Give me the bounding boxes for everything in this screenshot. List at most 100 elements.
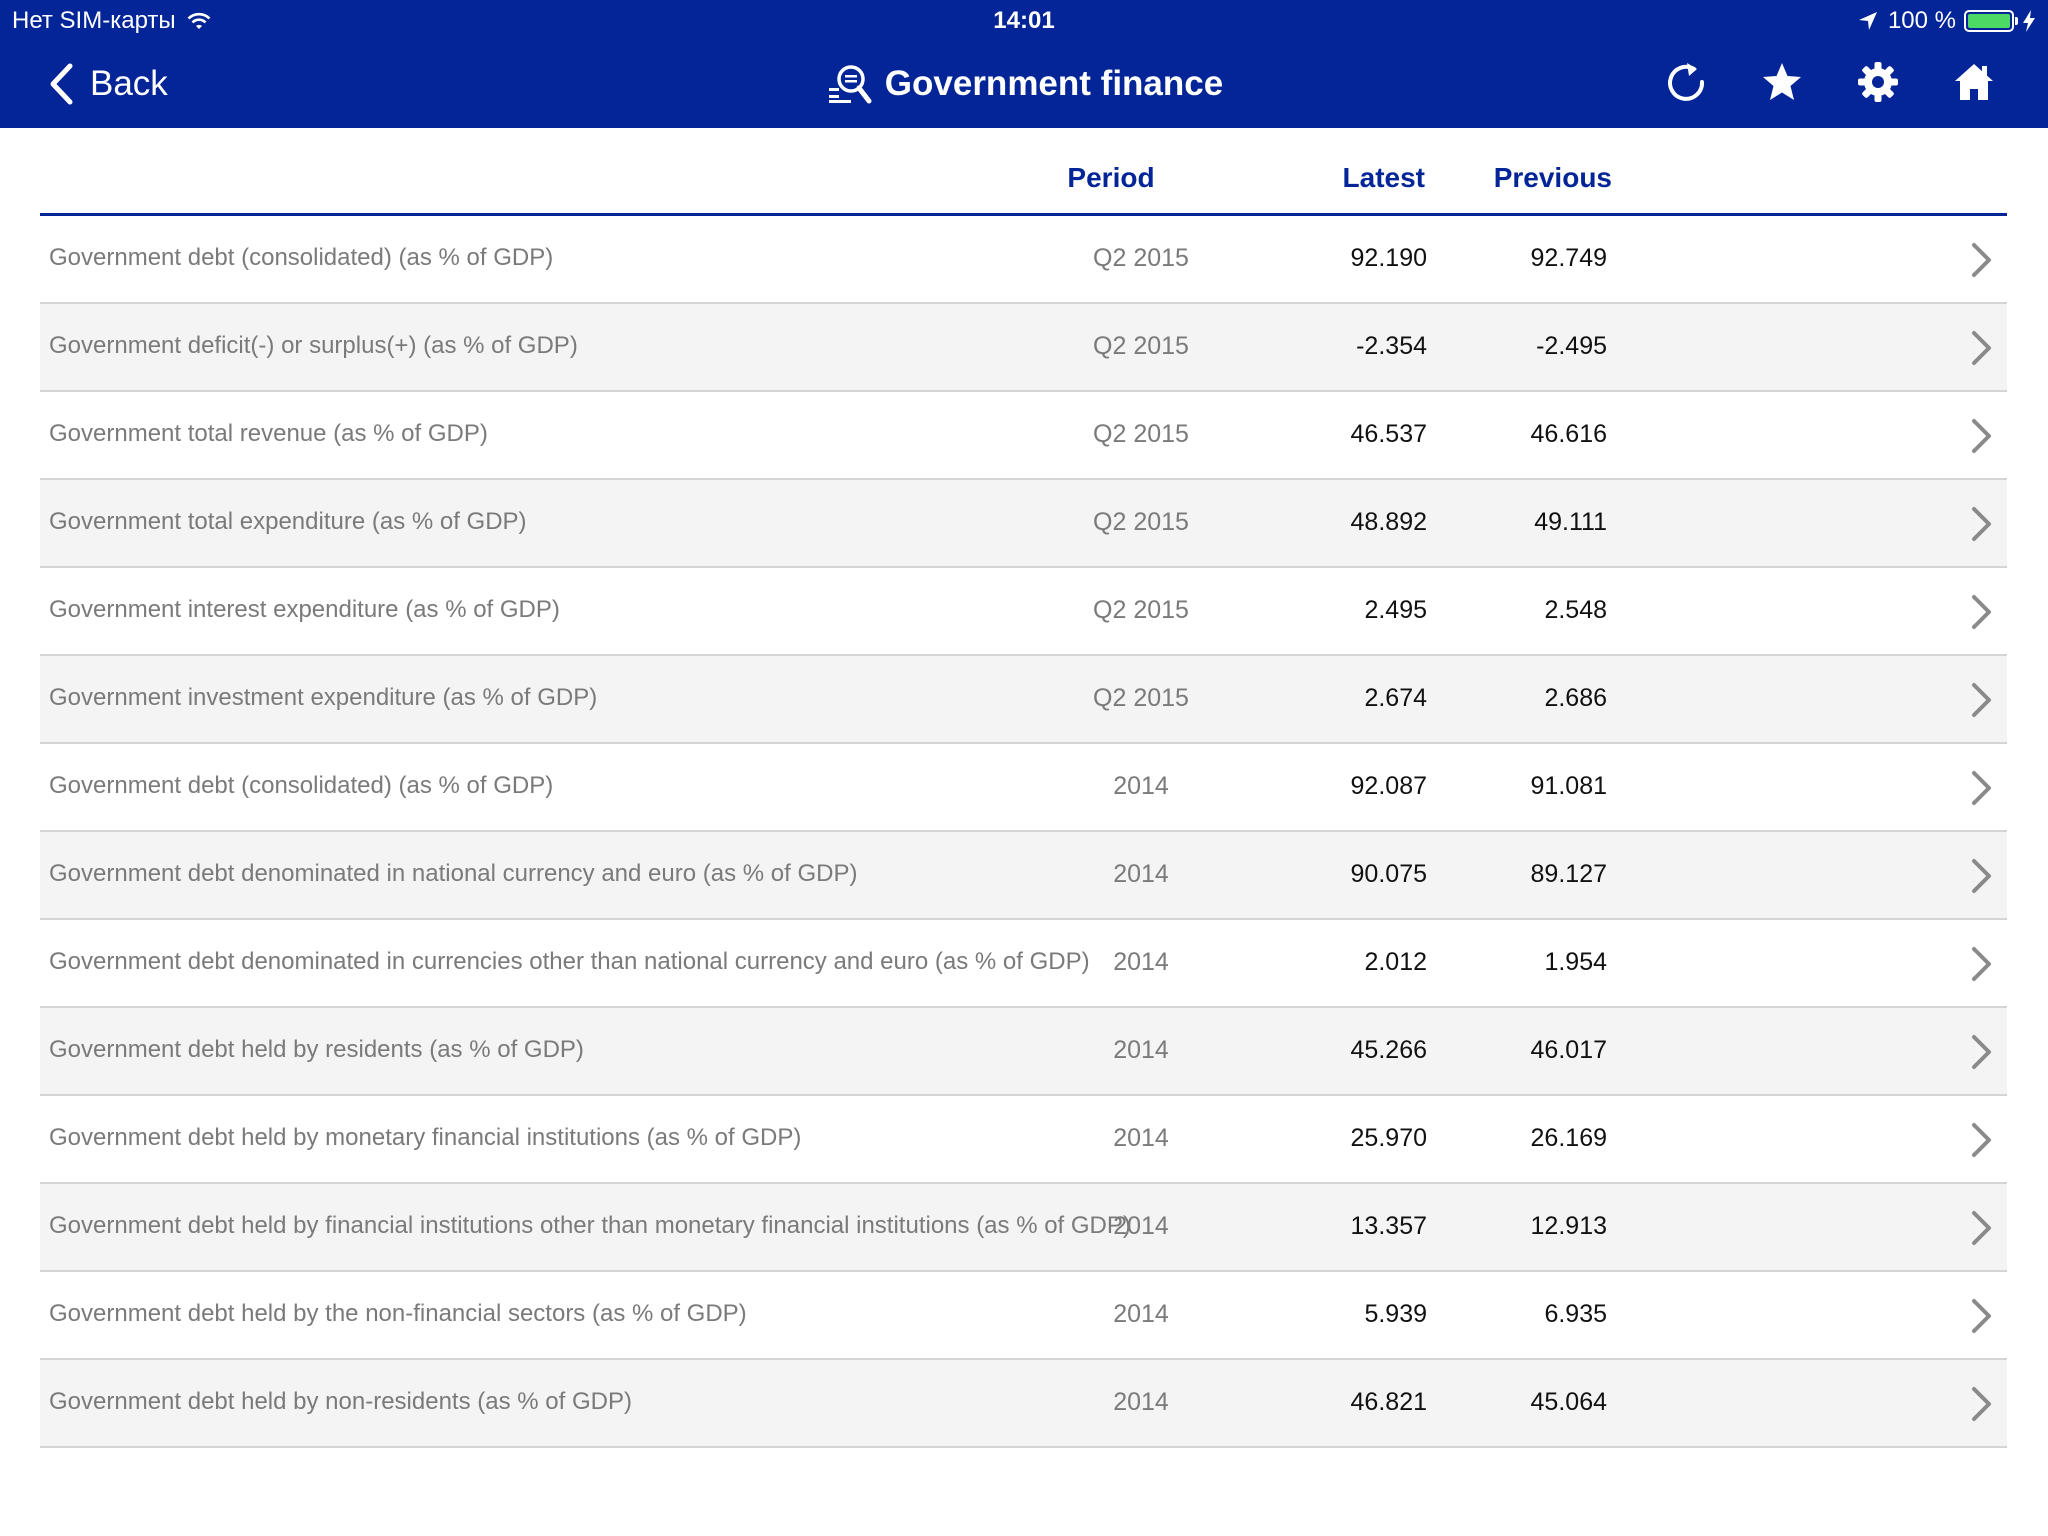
chevron-right-icon (1972, 419, 1991, 453)
row-period: 2014 (1113, 1036, 1169, 1064)
row-previous: 45.064 (1530, 1388, 1607, 1416)
row-latest: 2.495 (1364, 596, 1427, 624)
column-header-period: Period (1067, 162, 1155, 193)
table-row[interactable]: Government debt (consolidated) (as % of … (40, 744, 2007, 832)
battery-icon (1964, 10, 2018, 32)
row-latest: 46.821 (1350, 1388, 1427, 1416)
location-arrow-icon (1858, 12, 1877, 30)
charging-bolt-icon (2023, 10, 2035, 32)
row-previous: 1.954 (1544, 948, 1607, 976)
row-latest: 13.357 (1350, 1212, 1427, 1240)
table-header: Period Latest Previous (40, 128, 2007, 216)
row-label: Government total expenditure (as % of GD… (49, 508, 527, 535)
row-period: Q2 2015 (1093, 244, 1189, 272)
row-label: Government total revenue (as % of GDP) (49, 420, 488, 447)
battery-nub (2015, 17, 2018, 25)
row-period: 2014 (1113, 948, 1169, 976)
chevron-right-icon (1972, 947, 1991, 981)
table-row[interactable]: Government debt held by residents (as % … (40, 1008, 2007, 1096)
row-label: Government debt denominated in currencie… (49, 948, 1090, 975)
gear-icon (1858, 62, 1898, 102)
home-button[interactable] (1950, 58, 1998, 106)
table-row[interactable]: Government debt (consolidated) (as % of … (40, 216, 2007, 304)
chevron-right-icon (1972, 1035, 1991, 1069)
refresh-icon (1668, 63, 1705, 101)
table-row[interactable]: Government debt held by monetary financi… (40, 1096, 2007, 1184)
row-previous: 2.686 (1544, 684, 1607, 712)
row-previous: 6.935 (1544, 1300, 1607, 1328)
row-latest: 25.970 (1350, 1124, 1427, 1152)
row-latest: 46.537 (1350, 420, 1427, 448)
row-latest: 90.075 (1350, 860, 1427, 888)
row-latest: 2.674 (1364, 684, 1427, 712)
row-latest: 48.892 (1350, 508, 1427, 536)
page-title-text: Government finance (884, 64, 1224, 103)
favorite-button[interactable] (1758, 58, 1806, 106)
table-row[interactable]: Government debt denominated in currencie… (40, 920, 2007, 1008)
row-label: Government debt held by financial instit… (49, 1212, 1131, 1239)
table-row[interactable]: Government total expenditure (as % of GD… (40, 480, 2007, 568)
chevron-right-icon (1972, 1299, 1991, 1333)
table-row[interactable]: Government deficit(-) or surplus(+) (as … (40, 304, 2007, 392)
row-latest: 45.266 (1350, 1036, 1427, 1064)
column-header-previous: Previous (1493, 162, 1612, 193)
settings-button[interactable] (1854, 58, 1902, 106)
table-row[interactable]: Government debt held by financial instit… (40, 1184, 2007, 1272)
row-period: Q2 2015 (1093, 596, 1189, 624)
row-latest: 5.939 (1364, 1300, 1427, 1328)
chevron-right-icon (1972, 243, 1991, 277)
battery-fill (1968, 14, 2010, 28)
row-previous: 46.017 (1530, 1036, 1607, 1064)
chevron-right-icon (1972, 1123, 1991, 1157)
search-data-icon (828, 65, 872, 104)
row-period: 2014 (1113, 772, 1169, 800)
row-previous: 46.616 (1530, 420, 1607, 448)
table-row[interactable]: Government debt denominated in national … (40, 832, 2007, 920)
chevron-right-icon (1972, 1387, 1991, 1421)
nav-bar: Back Government finance (0, 40, 2048, 128)
status-time: 14:01 (993, 7, 1055, 34)
row-previous: 89.127 (1530, 860, 1607, 888)
status-right-group: 100 % (1858, 7, 2036, 35)
top-bar: Нет SIM-карты 14:01 100 % Back Governmen… (0, 0, 2048, 128)
table-row[interactable]: Government total revenue (as % of GDP) Q… (40, 392, 2007, 480)
table-row[interactable]: Government debt held by non-residents (a… (40, 1360, 2007, 1448)
refresh-button[interactable] (1662, 58, 1710, 106)
row-previous: 12.913 (1530, 1212, 1607, 1240)
row-period: Q2 2015 (1093, 684, 1189, 712)
nav-actions (1614, 58, 1998, 106)
row-latest: -2.354 (1356, 332, 1427, 360)
chevron-right-icon (1972, 507, 1991, 541)
row-label: Government debt held by the non-financia… (49, 1300, 747, 1327)
row-label: Government debt held by residents (as % … (49, 1036, 584, 1063)
chevron-right-icon (1972, 331, 1991, 365)
row-period: Q2 2015 (1093, 508, 1189, 536)
row-previous: 91.081 (1530, 772, 1607, 800)
chevron-right-icon (1972, 771, 1991, 805)
table-row[interactable]: Government debt held by the non-financia… (40, 1272, 2007, 1360)
chevron-right-icon (1972, 1211, 1991, 1245)
indicator-table: Period Latest Previous Government debt (… (40, 128, 2007, 1448)
row-period: 2014 (1113, 860, 1169, 888)
row-previous: 92.749 (1530, 244, 1607, 272)
row-period: 2014 (1113, 1300, 1169, 1328)
row-label: Government debt (consolidated) (as % of … (49, 244, 554, 271)
battery-percent: 100 % (1887, 7, 1956, 34)
chevron-right-icon (1972, 859, 1991, 893)
row-period: Q2 2015 (1093, 332, 1189, 360)
table-row[interactable]: Government investment expenditure (as % … (40, 656, 2007, 744)
row-label: Government debt denominated in national … (49, 860, 858, 887)
status-bar: Нет SIM-карты 14:01 100 % (0, 0, 2048, 40)
row-label: Government deficit(-) or surplus(+) (as … (49, 332, 578, 359)
chevron-right-icon (1972, 595, 1991, 629)
row-label: Government debt held by non-residents (a… (49, 1388, 632, 1415)
row-period: Q2 2015 (1093, 420, 1189, 448)
column-header-latest: Latest (1342, 162, 1425, 193)
table-row[interactable]: Government interest expenditure (as % of… (40, 568, 2007, 656)
row-latest: 2.012 (1364, 948, 1427, 976)
row-label: Government debt held by monetary financi… (49, 1124, 802, 1151)
star-icon (1763, 63, 1801, 100)
chevron-right-icon (1972, 683, 1991, 717)
row-label: Government interest expenditure (as % of… (49, 596, 560, 623)
row-previous: 49.111 (1534, 508, 1607, 536)
